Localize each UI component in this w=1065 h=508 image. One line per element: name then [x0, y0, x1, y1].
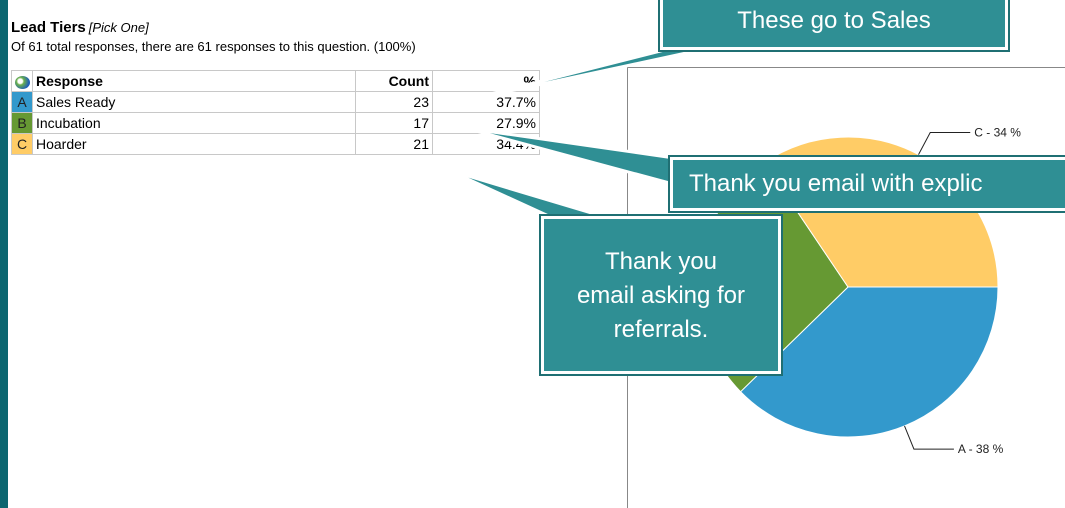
callout-thank-you-pointer: [463, 126, 690, 190]
callout-referral-line: Thank you: [604, 248, 718, 275]
callout-referral: Thank you email asking for referrals.: [541, 216, 781, 374]
callout-sales-pointer: [461, 42, 730, 103]
report-canvas: Lead Tiers [Pick One] Of 61 total respons…: [8, 0, 1065, 508]
callout-thank-you: Thank you email with explic: [670, 157, 1065, 211]
slice-leader-line: [904, 425, 954, 450]
slice-leader-line: [918, 132, 971, 155]
callout-referral-line: referrals.: [613, 316, 709, 343]
callout-referral-pointer: [446, 168, 610, 220]
pie-chart: A - 38 % C - 34 %: [446, 42, 1021, 456]
callout-sales: These go to Sales: [660, 0, 1008, 50]
slice-label: A - 38 %: [958, 442, 1004, 456]
slice-label: C - 34 %: [974, 126, 1021, 140]
callout-referral-line: email asking for: [576, 282, 746, 309]
